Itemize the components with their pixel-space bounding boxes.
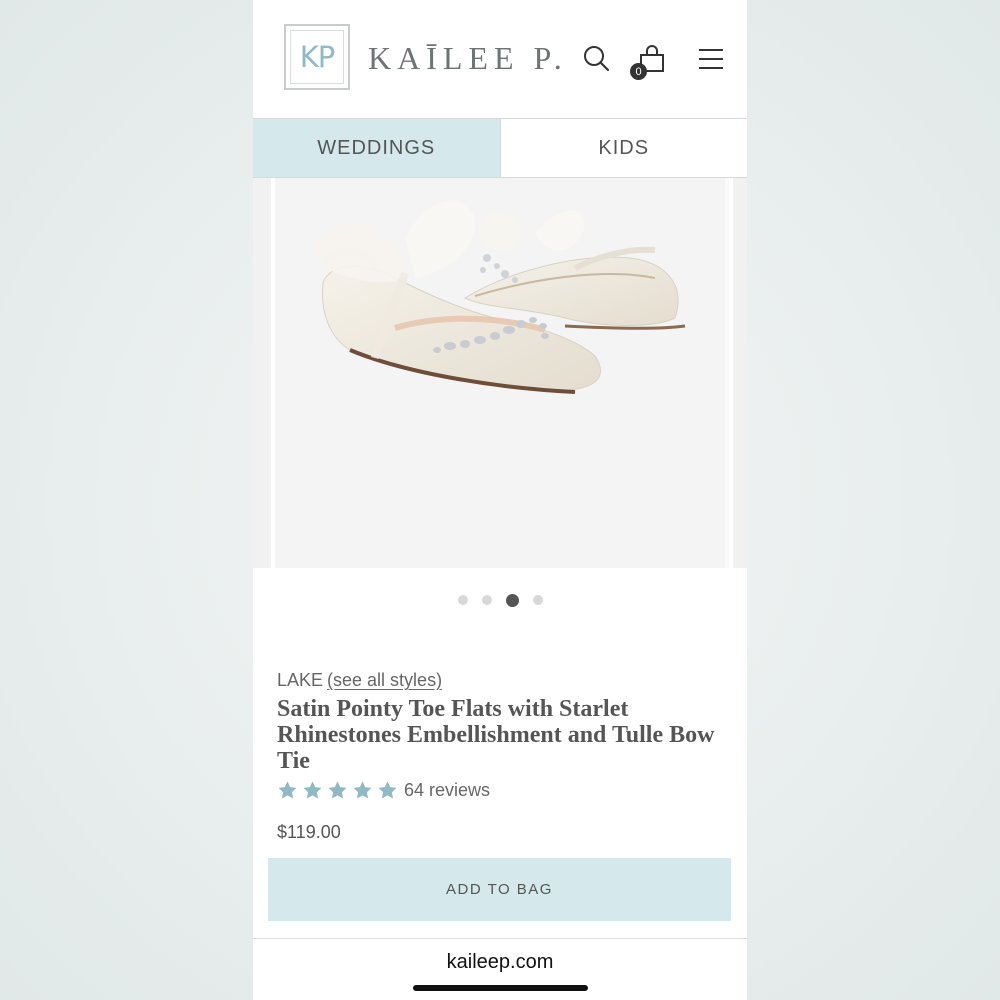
logo-mark[interactable]: KP xyxy=(284,24,350,90)
star-icon xyxy=(328,781,347,799)
see-all-styles-link[interactable]: (see all styles) xyxy=(327,670,442,690)
carousel-pagination xyxy=(253,590,747,610)
tab-kids[interactable]: KIDS xyxy=(499,119,747,177)
product-image xyxy=(275,178,725,568)
collection-line: LAKE (see all styles) xyxy=(277,670,442,691)
logo-mark-text: KP xyxy=(290,30,344,84)
home-indicator[interactable] xyxy=(413,985,588,991)
hamburger-menu-icon[interactable] xyxy=(696,44,726,74)
product-price: $119.00 xyxy=(277,822,341,842)
site-header: KP KAĪLEE P. 0 xyxy=(253,0,747,118)
add-to-bag-button[interactable]: ADD TO BAG xyxy=(268,858,731,921)
star-icon xyxy=(303,781,322,799)
star-icon xyxy=(353,781,372,799)
product-rating[interactable]: 64 reviews xyxy=(277,780,490,801)
phone-screen: KP KAĪLEE P. 0 WEDDINGS KIDS LAKE (see a… xyxy=(253,0,747,1000)
review-count[interactable]: 64 reviews xyxy=(404,780,490,801)
product-image-carousel[interactable] xyxy=(253,178,747,568)
carousel-dot[interactable] xyxy=(532,595,543,605)
browser-address-bar[interactable]: kaileep.com xyxy=(253,938,747,1000)
url-text[interactable]: kaileep.com xyxy=(253,951,747,974)
product-title: Satin Pointy Toe Flats with Starlet Rhin… xyxy=(277,696,715,774)
shoe-illustration xyxy=(315,200,686,394)
carousel-dot[interactable] xyxy=(481,595,492,605)
category-tabs: WEDDINGS KIDS xyxy=(253,118,747,178)
previous-slide-peek[interactable] xyxy=(253,178,275,568)
next-slide-peek[interactable] xyxy=(729,178,747,568)
star-rating xyxy=(277,780,398,801)
carousel-dot[interactable] xyxy=(505,593,519,607)
star-icon xyxy=(278,781,297,799)
collection-name: LAKE xyxy=(277,670,324,690)
brand-name[interactable]: KAĪLEE P. xyxy=(368,40,568,77)
star-icon xyxy=(378,781,397,799)
search-icon[interactable] xyxy=(582,44,612,74)
carousel-dot[interactable] xyxy=(457,595,468,605)
tab-weddings[interactable]: WEDDINGS xyxy=(253,119,500,177)
bag-count-badge: 0 xyxy=(630,63,647,80)
